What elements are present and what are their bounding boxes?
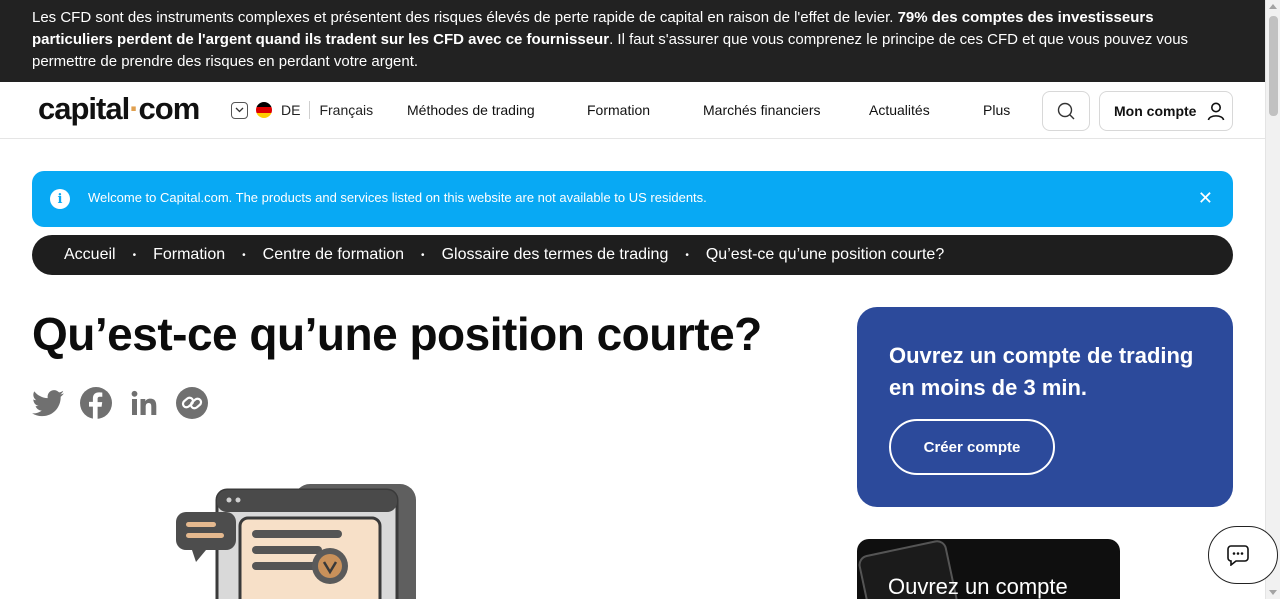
site-header: capital·com DE Français Méthodes de trad… bbox=[0, 82, 1265, 139]
germany-flag-icon bbox=[256, 102, 272, 118]
nav-plus[interactable]: Plus bbox=[983, 102, 1010, 118]
account-label: Mon compte bbox=[1114, 103, 1197, 119]
info-icon: i bbox=[50, 189, 70, 209]
search-button[interactable] bbox=[1042, 91, 1090, 131]
breadcrumb-glossaire[interactable]: Glossaire des termes de trading bbox=[442, 246, 669, 264]
logo-dot: · bbox=[129, 91, 139, 126]
hero-illustration bbox=[170, 478, 430, 599]
search-icon bbox=[1057, 102, 1075, 120]
close-icon[interactable]: ✕ bbox=[1198, 188, 1213, 209]
breadcrumb-separator: • bbox=[421, 249, 425, 261]
scroll-down-arrow[interactable] bbox=[1269, 590, 1277, 595]
notice-text: Welcome to Capital.com. The products and… bbox=[88, 190, 707, 205]
app-promo-card[interactable]: Ouvrez un compte bbox=[857, 539, 1120, 599]
nav-marches-financiers[interactable]: Marchés financiers bbox=[703, 102, 821, 118]
cta-heading: Ouvrez un compte de trading en moins de … bbox=[889, 343, 1194, 400]
country-code: DE bbox=[281, 102, 301, 118]
chevron-down-icon[interactable] bbox=[231, 101, 248, 119]
breadcrumb-centre-de-formation[interactable]: Centre de formation bbox=[263, 246, 404, 264]
page-title: Qu’est-ce qu’une position courte? bbox=[32, 308, 762, 360]
breadcrumb-formation[interactable]: Formation bbox=[153, 246, 225, 264]
risk-text-1: Les CFD sont des instruments complexes e… bbox=[32, 9, 898, 26]
facebook-icon[interactable] bbox=[80, 387, 112, 419]
user-icon bbox=[1208, 102, 1225, 121]
breadcrumb-accueil[interactable]: Accueil bbox=[64, 246, 116, 264]
breadcrumb-separator: • bbox=[685, 249, 689, 261]
language-separator bbox=[309, 101, 311, 119]
us-residents-notice: i Welcome to Capital.com. The products a… bbox=[32, 171, 1233, 227]
my-account-button[interactable]: Mon compte bbox=[1099, 91, 1233, 131]
open-account-card: Ouvrez un compte de trading en moins de … bbox=[857, 307, 1233, 507]
linkedin-icon[interactable] bbox=[128, 387, 160, 419]
nav-formation[interactable]: Formation bbox=[587, 102, 650, 118]
risk-disclaimer-banner: Les CFD sont des instruments complexes e… bbox=[0, 0, 1265, 82]
logo-text-right: com bbox=[138, 91, 201, 126]
chat-button[interactable] bbox=[1208, 526, 1278, 584]
create-account-button[interactable]: Créer compte bbox=[889, 419, 1055, 475]
chat-icon bbox=[1227, 545, 1249, 566]
copy-link-icon[interactable] bbox=[176, 387, 208, 419]
twitter-icon[interactable] bbox=[32, 387, 64, 419]
language-label[interactable]: Français bbox=[319, 102, 373, 118]
breadcrumb-separator: • bbox=[242, 249, 246, 261]
nav-actualites[interactable]: Actualités bbox=[869, 102, 930, 118]
page-scrollbar[interactable] bbox=[1265, 0, 1280, 599]
scroll-up-arrow[interactable] bbox=[1269, 4, 1277, 9]
capital-com-logo[interactable]: capital·com bbox=[38, 91, 201, 127]
breadcrumb-current-page: Qu’est-ce qu’une position courte? bbox=[705, 246, 945, 263]
breadcrumb: Accueil • Formation • Centre de formatio… bbox=[32, 235, 1233, 275]
scrollbar-thumb[interactable] bbox=[1269, 16, 1278, 116]
language-selector[interactable]: DE Français bbox=[231, 101, 373, 119]
promo-label: Ouvrez un compte bbox=[888, 574, 1068, 599]
logo-text-left: capital bbox=[38, 91, 130, 126]
breadcrumb-separator: • bbox=[132, 249, 137, 261]
nav-methodes-de-trading[interactable]: Méthodes de trading bbox=[407, 102, 535, 118]
